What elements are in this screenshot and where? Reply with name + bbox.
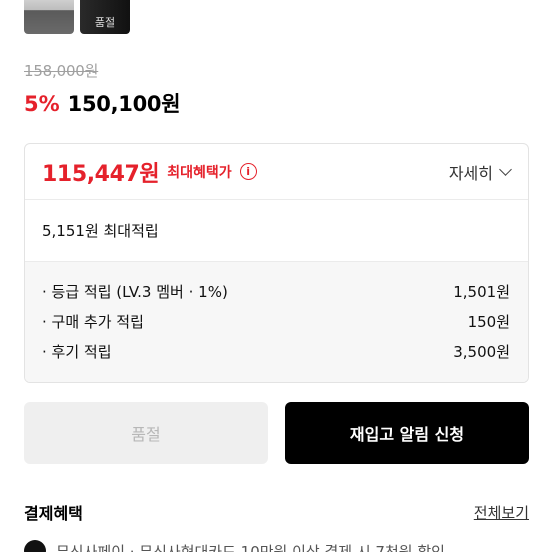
discount-rate: 5%: [24, 92, 60, 116]
soldout-button: 품절: [24, 402, 268, 464]
benefit-header: 115,447원 최대혜택가 i 자세히: [25, 144, 528, 200]
detail-toggle-button[interactable]: 자세히: [448, 160, 512, 184]
sale-price-row: 5% 150,100원: [24, 88, 181, 118]
view-all-link[interactable]: 전체보기: [474, 502, 529, 523]
accumulate-row: · 등급 적립 (LV.3 멤버 · 1%) 1,501원: [42, 276, 510, 306]
payment-benefit-text: 무신사페이 · 무신사현대카드 10만원 이상 결제 시 7천원 할인: [56, 542, 445, 552]
accumulate-total: 5,151원 최대적립: [25, 200, 528, 262]
product-thumbnail-soldout[interactable]: 품절: [80, 0, 130, 34]
accumulate-row-value: 1,501원: [453, 282, 510, 301]
accumulate-row-value: 3,500원: [453, 342, 510, 361]
info-icon[interactable]: i: [239, 163, 257, 180]
payment-benefit-header: 결제혜택 전체보기: [24, 500, 529, 524]
accumulate-row-label: · 구매 추가 적립: [42, 312, 144, 331]
max-benefit-label: 최대혜택가: [167, 164, 232, 181]
accumulate-row: · 구매 추가 적립 150원: [42, 306, 510, 336]
product-thumbnail[interactable]: [24, 0, 74, 34]
payment-benefit-item: 무신사페이 · 무신사현대카드 10만원 이상 결제 시 7천원 할인: [24, 540, 445, 552]
accumulate-row: · 후기 적립 3,500원: [42, 336, 510, 366]
restock-alert-button[interactable]: 재입고 알림 신청: [285, 402, 529, 464]
sale-price: 150,100원: [67, 92, 181, 116]
original-price: 158,000원: [24, 62, 99, 80]
max-benefit-price: 115,447원: [42, 161, 160, 187]
accumulate-row-value: 150원: [467, 312, 510, 331]
accumulate-row-label: · 등급 적립 (LV.3 멤버 · 1%): [42, 282, 228, 301]
thumbnail-soldout-label: 품절: [94, 16, 116, 29]
accumulate-breakdown: · 등급 적립 (LV.3 멤버 · 1%) 1,501원 · 구매 추가 적립…: [25, 262, 528, 382]
benefit-panel: 115,447원 최대혜택가 i 자세히 5,151원 최대적립 · 등급 적립…: [24, 143, 529, 383]
chevron-down-icon: [499, 163, 512, 176]
payment-logo-icon: [24, 540, 46, 552]
detail-toggle-label: 자세히: [448, 163, 493, 183]
accumulate-row-label: · 후기 적립: [42, 342, 112, 361]
action-buttons: 품절 재입고 알림 신청: [24, 402, 529, 464]
max-benefit-group: 115,447원 최대혜택가 i: [42, 156, 257, 188]
payment-benefit-title: 결제혜택: [24, 504, 83, 523]
product-thumbnails: 품절: [24, 0, 130, 34]
